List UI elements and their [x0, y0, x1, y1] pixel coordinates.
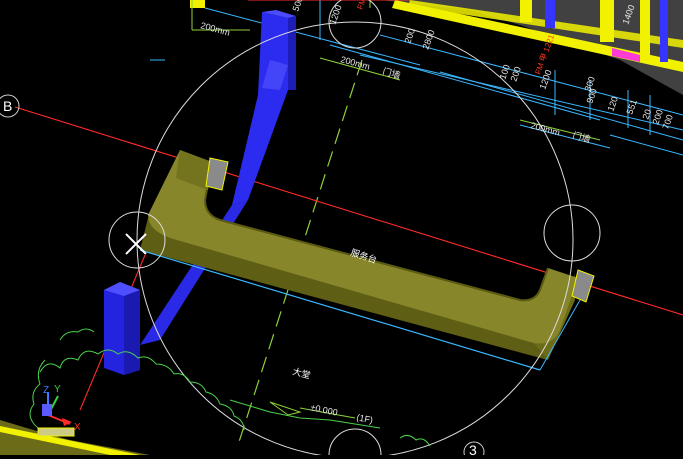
ucs-z-label: Z	[43, 385, 49, 396]
service-counter[interactable]: 服务台	[139, 150, 595, 371]
orbit-right-circle	[543, 204, 601, 262]
axis-bubble-b[interactable]: B	[0, 94, 20, 118]
svg-text:B: B	[3, 98, 12, 114]
svg-text:200mm: 200mm	[199, 20, 231, 37]
svg-text:500: 500	[290, 0, 305, 13]
axis-bubble-3[interactable]: 3	[463, 441, 485, 459]
drawing-canvas[interactable]: B 3 服务台 ±0.000 (1F) 大堂 200mm 500 1200 20…	[0, 0, 683, 459]
room-label-lobby: 大堂	[291, 365, 311, 380]
svg-text:551: 551	[624, 98, 639, 116]
svg-text:120: 120	[605, 95, 620, 113]
floor-text: (1F)	[356, 412, 374, 425]
orbit-bottom-circle	[328, 428, 382, 459]
svg-text:200: 200	[402, 27, 417, 45]
cad-viewport[interactable]: B 3 服务台 ±0.000 (1F) 大堂 200mm 500 1200 20…	[0, 0, 683, 459]
svg-text:2800: 2800	[420, 28, 436, 50]
svg-text:3: 3	[469, 442, 477, 455]
elevation-marker: ±0.000 (1F)	[269, 401, 374, 425]
ucs-y-label: Y	[54, 384, 61, 395]
ucs-icon[interactable]: Z Y X	[42, 384, 81, 433]
elevation-text: ±0.000	[310, 402, 339, 417]
svg-text:门墙: 门墙	[381, 65, 401, 80]
ucs-x-label: X	[74, 422, 81, 433]
svg-text:200mm: 200mm	[529, 120, 561, 137]
svg-text:门墙: 门墙	[571, 129, 591, 144]
